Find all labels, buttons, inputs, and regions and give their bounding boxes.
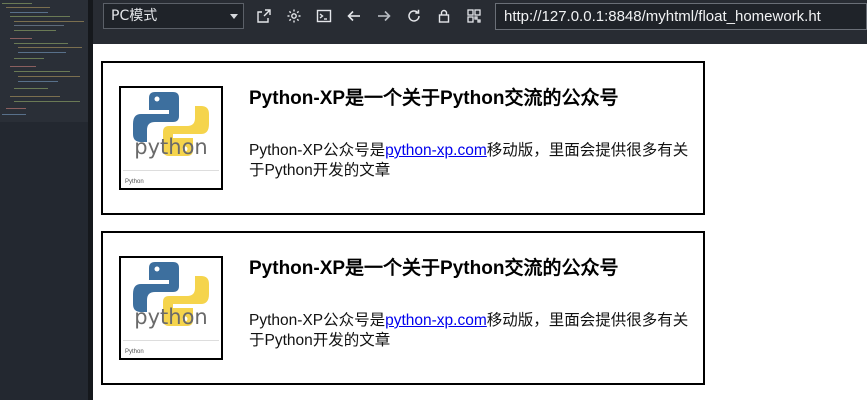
card-description: Python-XP公众号是python-xp.com移动版，里面会提供很多有关于… [249, 311, 694, 351]
python-logo-icon: python [121, 88, 221, 188]
minimap-line [14, 25, 64, 26]
python-logo-image: python Python [119, 86, 223, 190]
url-input[interactable]: http://127.0.0.1:8848/myhtml/float_homew… [495, 3, 867, 30]
back-arrow-icon[interactable] [343, 5, 365, 27]
card-description: Python-XP公众号是python-xp.com移动版，里面会提供很多有关于… [249, 141, 694, 181]
lock-icon[interactable] [433, 5, 455, 27]
mode-select[interactable]: PC模式 [103, 3, 244, 29]
minimap-line [2, 3, 32, 4]
minimap-line [2, 114, 26, 115]
minimap-line [10, 38, 32, 39]
minimap-line [10, 12, 48, 13]
refresh-icon[interactable] [403, 5, 425, 27]
python-logo-icon: python [121, 258, 221, 358]
python-wordmark: python [134, 305, 207, 329]
minimap-line [18, 52, 66, 53]
forward-arrow-icon[interactable] [373, 5, 395, 27]
description-text: Python-XP公众号是 [249, 142, 386, 159]
article-card: python Python Python-XP是一个关于Python交流的公众号… [101, 61, 705, 215]
editor-minimap[interactable] [0, 0, 88, 400]
minimap-line [18, 76, 80, 77]
preview-toolbar: PC模式 http://127.0.0.1:8848/myhtml/float_… [93, 0, 867, 44]
article-card: python Python Python-XP是一个关于Python交流的公众号… [101, 231, 705, 385]
chevron-down-icon [230, 14, 238, 19]
python-logo-image: python Python [119, 256, 223, 360]
python-wordmark: python [134, 135, 207, 159]
card-title: Python-XP是一个关于Python交流的公众号 [249, 258, 619, 279]
minimap-viewport[interactable] [0, 0, 88, 122]
qrcode-icon[interactable] [463, 5, 485, 27]
minimap-line [14, 30, 56, 31]
new-window-icon[interactable] [253, 5, 275, 27]
preview-pane: python Python Python-XP是一个关于Python交流的公众号… [93, 44, 867, 400]
site-link[interactable]: python-xp.com [385, 312, 487, 329]
minimap-line [6, 7, 50, 8]
minimap-line [14, 88, 48, 89]
image-caption: Python [125, 349, 144, 355]
console-icon[interactable] [313, 5, 335, 27]
minimap-line [10, 16, 70, 17]
mode-select-value: PC模式 [111, 8, 158, 24]
minimap-line [14, 58, 44, 59]
minimap-line [6, 108, 26, 109]
minimap-line [10, 96, 60, 97]
minimap-line [18, 47, 82, 48]
card-title: Python-XP是一个关于Python交流的公众号 [249, 88, 619, 109]
minimap-line [14, 101, 80, 102]
description-text: Python-XP公众号是 [249, 312, 386, 329]
minimap-line [14, 71, 70, 72]
image-caption: Python [125, 179, 144, 185]
minimap-line [14, 43, 68, 44]
minimap-line [10, 66, 36, 67]
settings-icon[interactable] [283, 5, 305, 27]
site-link[interactable]: python-xp.com [385, 142, 487, 159]
minimap-line [14, 21, 84, 22]
minimap-line [18, 81, 58, 82]
